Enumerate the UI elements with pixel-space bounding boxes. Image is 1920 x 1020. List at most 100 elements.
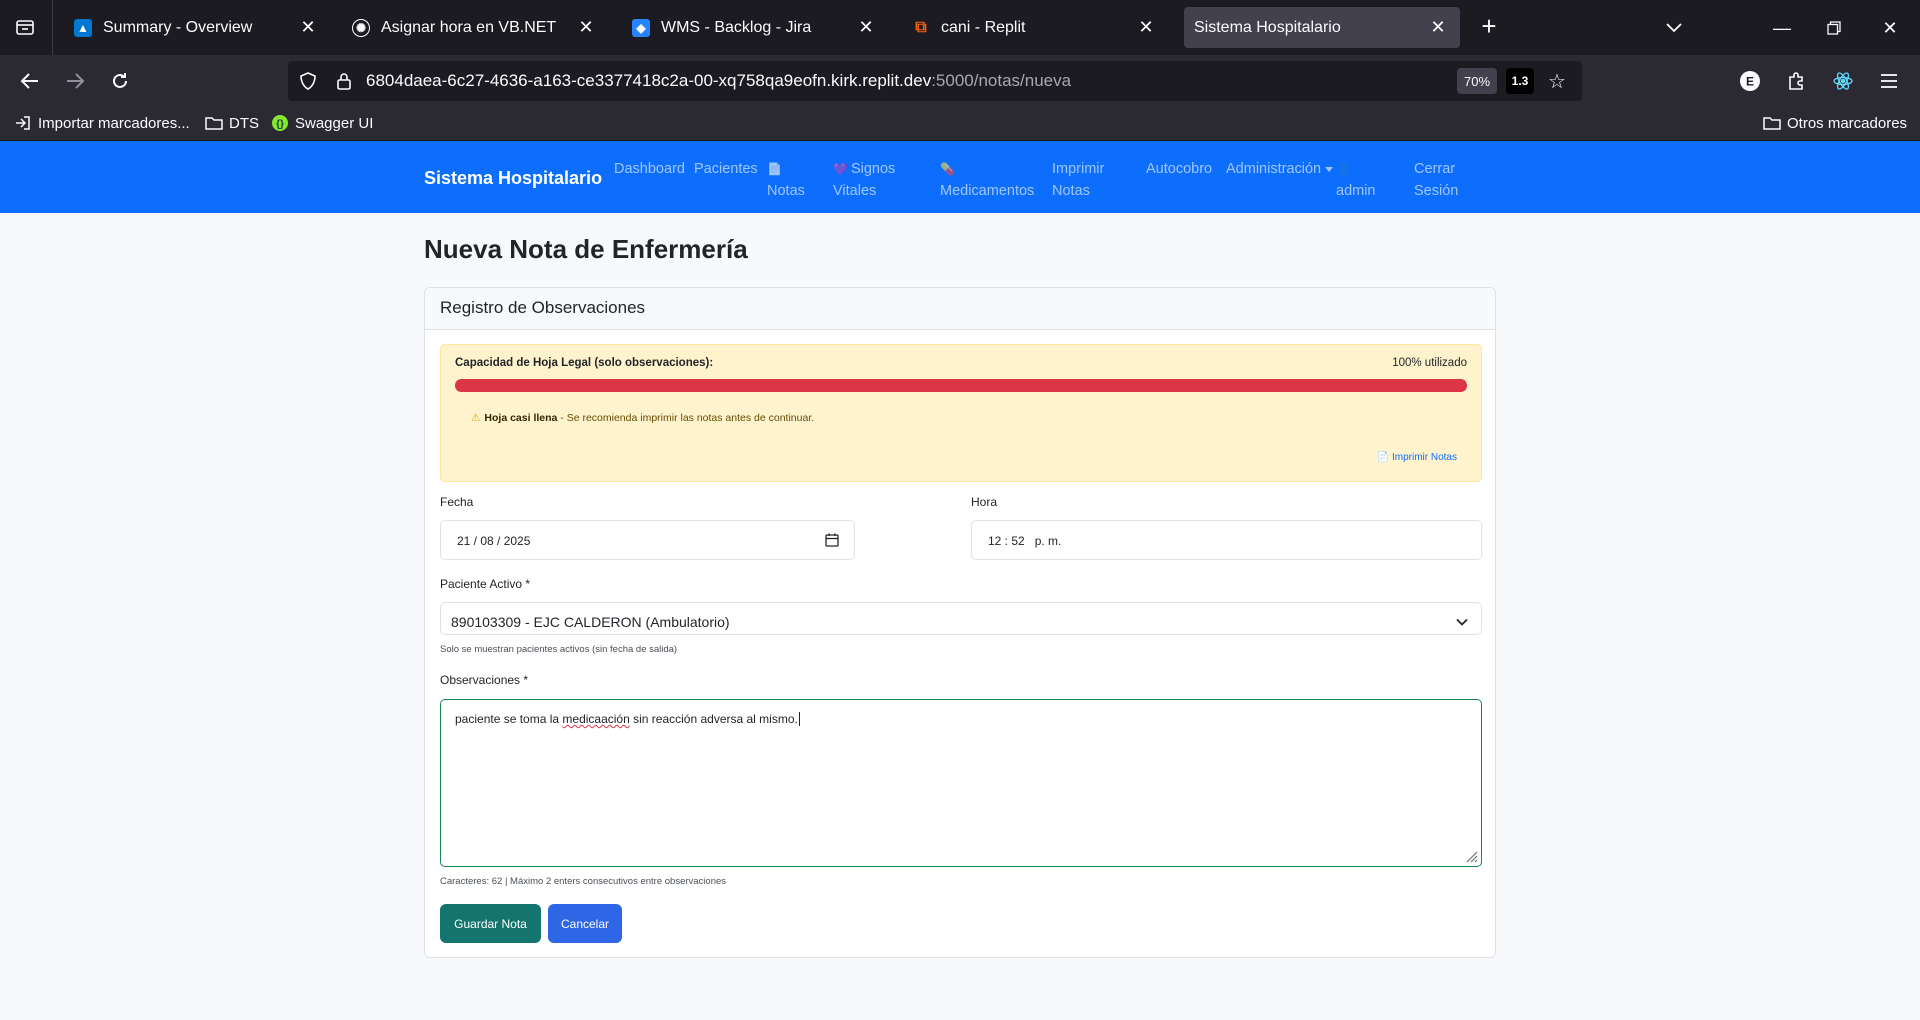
user-icon: 👤 bbox=[1336, 162, 1351, 176]
restore-icon[interactable] bbox=[1820, 14, 1848, 42]
nav-label: Notas bbox=[1052, 183, 1090, 199]
nav-medicamentos[interactable]: 💊 Medicamentos bbox=[940, 158, 1034, 202]
nav-cerrar-sesion[interactable]: Cerrar Sesión bbox=[1414, 158, 1458, 202]
svg-text:E: E bbox=[1746, 75, 1754, 89]
fecha-label: Fecha bbox=[440, 495, 474, 509]
paciente-select[interactable]: 890103309 - EJC CALDERON (Ambulatorio) bbox=[440, 602, 1482, 635]
nav-autocobro[interactable]: Autocobro bbox=[1146, 158, 1212, 180]
capacity-progress-bar bbox=[455, 379, 1467, 392]
bookmark-label: DTS bbox=[229, 114, 259, 132]
chatgpt-icon: ✺ bbox=[352, 18, 370, 37]
print-notes-link[interactable]: 📄 Imprimir Notas bbox=[1377, 452, 1457, 463]
url-text[interactable]: 6804daea-6c27-4636-a163-ce3377418c2a-00-… bbox=[366, 71, 1071, 91]
bookmarks-bar: Importar marcadores... DTS {} Swagger UI… bbox=[0, 106, 1920, 141]
nav-label: Cerrar bbox=[1414, 161, 1456, 177]
warning-bold: Hoja casi llena bbox=[484, 412, 558, 424]
browser-tab-summary[interactable]: ▲ Summary - Overview ✕ bbox=[58, 7, 330, 48]
bookmark-swagger[interactable]: {} Swagger UI bbox=[271, 112, 373, 134]
heart-icon: 💜 bbox=[833, 162, 848, 176]
tracking-protection-icon[interactable] bbox=[298, 71, 318, 91]
fecha-input[interactable]: 21 / 08 / 2025 bbox=[440, 520, 855, 560]
cancel-button[interactable]: Cancelar bbox=[548, 904, 622, 943]
svg-text:{}: {} bbox=[276, 119, 284, 130]
fecha-value: 21 / 08 / 2025 bbox=[457, 534, 531, 548]
nav-administracion-dropdown[interactable]: Administración bbox=[1226, 158, 1334, 180]
obs-text-2: sin reacción adversa al mismo. bbox=[629, 712, 798, 726]
browser-tab-sistema[interactable]: Sistema Hospitalario ✕ bbox=[1184, 7, 1460, 48]
react-devtools-icon[interactable] bbox=[1828, 66, 1858, 96]
new-tab-button[interactable]: + bbox=[1476, 13, 1502, 40]
text-caret bbox=[798, 712, 800, 726]
back-icon[interactable] bbox=[15, 66, 45, 96]
firefox-view-icon[interactable] bbox=[12, 14, 38, 40]
close-tab-icon[interactable]: ✕ bbox=[296, 16, 320, 40]
paciente-help: Solo se muestran pacientes activos (sin … bbox=[440, 644, 678, 655]
observaciones-textarea[interactable]: paciente se toma la medicaación sin reac… bbox=[440, 699, 1482, 867]
observaciones-label: Observaciones * bbox=[440, 673, 529, 687]
nav-notas[interactable]: 📄 Notas bbox=[767, 158, 805, 202]
zoom-level-badge[interactable]: 70% bbox=[1457, 68, 1497, 94]
capacity-warning: ⚠ Hoja casi llena - Se recomienda imprimi… bbox=[471, 412, 814, 424]
reload-icon[interactable] bbox=[105, 66, 135, 96]
bookmark-dts[interactable]: DTS bbox=[205, 112, 259, 134]
forward-icon[interactable] bbox=[60, 66, 90, 96]
nav-label: Dashboard bbox=[614, 161, 685, 177]
swagger-icon: {} bbox=[271, 114, 289, 132]
nav-dashboard[interactable]: Dashboard bbox=[614, 158, 685, 180]
hamburger-menu-icon[interactable] bbox=[1874, 66, 1904, 96]
brand[interactable]: Sistema Hospitalario bbox=[424, 168, 602, 189]
bookmark-other[interactable]: Otros marcadores bbox=[1763, 112, 1907, 134]
nav-user[interactable]: 👤 admin bbox=[1336, 158, 1376, 202]
extensions-icon[interactable] bbox=[1781, 66, 1811, 96]
azure-devops-icon: ▲ bbox=[74, 18, 92, 37]
url-path: :5000/notas/nueva bbox=[931, 71, 1072, 90]
browser-tab-bar: ▲ Summary - Overview ✕ ✺ Asignar hora en… bbox=[0, 0, 1920, 55]
tab-label: cani - Replit bbox=[941, 18, 1026, 36]
account-e-icon[interactable]: E bbox=[1735, 66, 1765, 96]
hora-input[interactable]: 12 : 52 p. m. bbox=[971, 520, 1482, 560]
calendar-icon[interactable] bbox=[824, 532, 840, 548]
nav-label: Vitales bbox=[833, 183, 877, 199]
close-tab-icon[interactable]: ✕ bbox=[854, 16, 878, 40]
nav-imprimir-notas[interactable]: Imprimir Notas bbox=[1052, 158, 1104, 202]
tab-label: WMS - Backlog - Jira bbox=[661, 18, 812, 36]
browser-tab-replit[interactable]: ⧉ cani - Replit ✕ bbox=[896, 7, 1168, 48]
bookmark-import[interactable]: Importar marcadores... bbox=[14, 112, 190, 134]
nav-label: Autocobro bbox=[1146, 161, 1213, 177]
capacity-alert: Capacidad de Hoja Legal (solo observacio… bbox=[440, 344, 1482, 482]
minimize-icon[interactable]: — bbox=[1768, 14, 1796, 42]
app-navbar: Sistema Hospitalario Dashboard Pacientes… bbox=[0, 141, 1920, 213]
close-tab-icon[interactable]: ✕ bbox=[1134, 16, 1158, 40]
browser-nav-bar: 6804daea-6c27-4636-a163-ce3377418c2a-00-… bbox=[0, 55, 1920, 106]
lock-icon[interactable] bbox=[334, 71, 354, 91]
nav-signos-vitales[interactable]: 💜 Signos Vitales bbox=[833, 158, 895, 202]
warning-icon: ⚠ bbox=[471, 412, 481, 424]
save-note-button[interactable]: Guardar Nota bbox=[440, 904, 541, 943]
tab-divider bbox=[52, 0, 53, 55]
nav-label: Administración bbox=[1226, 161, 1322, 177]
nav-label: Medicamentos bbox=[940, 183, 1035, 199]
close-tab-icon[interactable]: ✕ bbox=[574, 16, 598, 40]
import-icon bbox=[14, 114, 32, 132]
obs-misspelled-word: medicaación bbox=[562, 712, 630, 726]
document-icon: 📄 bbox=[1376, 452, 1389, 463]
card-header-title: Registro de Observaciones bbox=[440, 298, 646, 317]
paciente-label: Paciente Activo * bbox=[440, 577, 531, 591]
nav-label: Sesión bbox=[1414, 183, 1459, 199]
observaciones-help: Caracteres: 62 | Máximo 2 enters consecu… bbox=[440, 876, 727, 887]
url-bar[interactable]: 6804daea-6c27-4636-a163-ce3377418c2a-00-… bbox=[288, 61, 1582, 101]
close-tab-icon[interactable]: ✕ bbox=[1426, 16, 1450, 40]
warning-text: - Se recomienda imprimir las notas antes… bbox=[557, 412, 815, 424]
close-window-icon[interactable]: ✕ bbox=[1876, 14, 1904, 42]
obs-text-1: paciente se toma la bbox=[455, 712, 563, 726]
nav-label: Imprimir bbox=[1052, 161, 1105, 177]
browser-tab-jira[interactable]: ◆ WMS - Backlog - Jira ✕ bbox=[616, 7, 888, 48]
list-all-tabs-icon[interactable] bbox=[1660, 14, 1688, 42]
extension-badge[interactable]: 1.3 bbox=[1506, 68, 1534, 94]
bookmark-star-icon[interactable]: ☆ bbox=[1544, 68, 1570, 94]
nav-pacientes[interactable]: Pacientes bbox=[694, 158, 758, 180]
replit-icon: ⧉ bbox=[915, 18, 927, 36]
browser-tab-vbnet[interactable]: ✺ Asignar hora en VB.NET ✕ bbox=[336, 7, 608, 48]
capacity-used-text: 100% utilizado bbox=[1392, 357, 1467, 369]
resize-grip-icon[interactable] bbox=[1464, 849, 1478, 863]
